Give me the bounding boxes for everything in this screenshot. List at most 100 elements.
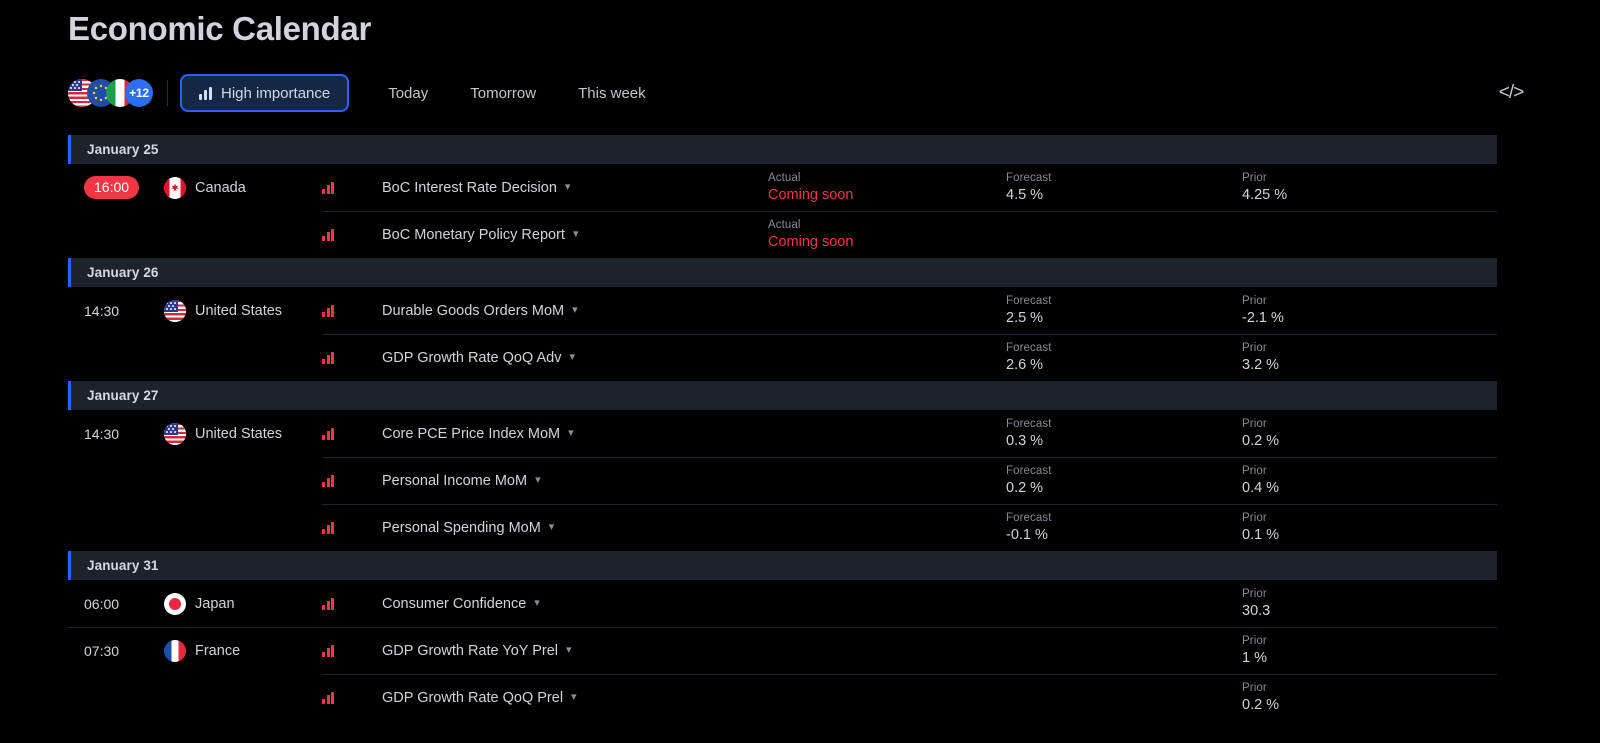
event-name-cell[interactable]: Core PCE Price Index MoM ▾ <box>322 410 768 457</box>
embed-code-button[interactable]: </> <box>1494 76 1528 110</box>
event-name-label[interactable]: Personal Income MoM <box>382 473 527 489</box>
event-name-label[interactable]: Consumer Confidence <box>382 596 526 612</box>
event-country-label: France <box>195 642 241 659</box>
event-name-label[interactable]: Core PCE Price Index MoM <box>382 426 560 442</box>
event-actual-cell <box>768 627 1006 674</box>
event-time-label: 14:30 <box>84 302 120 319</box>
united-states-flag-icon <box>164 299 186 322</box>
event-name-cell[interactable]: Durable Goods Orders MoM ▾ <box>322 287 768 334</box>
importance-bar-chart-icon <box>322 427 338 440</box>
table-row[interactable]: 14:30 United States Core PCE Price Index M… <box>68 410 1497 457</box>
table-row[interactable]: 06:00 Japan Consumer Confidence ▾ Prior 30.3 <box>68 580 1497 627</box>
event-name-label[interactable]: Durable Goods Orders MoM <box>382 303 564 319</box>
importance-bar-chart-icon <box>322 181 338 194</box>
prior-value: -2.1 % <box>1242 310 1284 326</box>
date-group-header: January 27 <box>68 381 1497 410</box>
date-group-header: January 26 <box>68 258 1497 287</box>
event-country-label: Japan <box>195 595 235 612</box>
event-name-cell[interactable]: BoC Interest Rate Decision ▾ <box>322 164 768 211</box>
event-name-label[interactable]: GDP Growth Rate QoQ Adv <box>382 350 561 366</box>
table-row[interactable]: GDP Growth Rate QoQ Prel ▾ Prior 0.2 % <box>68 674 1497 721</box>
event-actual-cell <box>768 504 1006 551</box>
prior-label: Prior <box>1242 465 1267 477</box>
event-name-label[interactable]: GDP Growth Rate YoY Prel <box>382 643 558 659</box>
event-name-label[interactable]: BoC Interest Rate Decision <box>382 180 557 196</box>
prior-value: 0.4 % <box>1242 480 1280 496</box>
event-time: 16:00 <box>68 164 164 211</box>
event-prior-cell: Prior 1 % <box>1242 627 1462 674</box>
prior-label: Prior <box>1242 512 1267 524</box>
event-name-cell[interactable]: Consumer Confidence ▾ <box>322 580 768 627</box>
chevron-down-icon[interactable]: ▾ <box>571 690 577 703</box>
event-time <box>68 334 164 381</box>
prior-value: 0.2 % <box>1242 433 1280 449</box>
event-time: 07:30 <box>68 627 164 674</box>
actual-label: Actual <box>768 172 801 184</box>
prior-label: Prior <box>1242 588 1267 600</box>
table-row[interactable]: Personal Income MoM ▾ Forecast 0.2 % Prior 0.… <box>68 457 1497 504</box>
prior-label: Prior <box>1242 172 1267 184</box>
period-tabs: Today Tomorrow This week <box>367 77 666 110</box>
event-forecast-cell: Forecast 4.5 % <box>1006 164 1242 211</box>
chevron-down-icon[interactable]: ▾ <box>535 473 541 486</box>
table-row[interactable]: BoC Monetary Policy Report ▾ Actual Coming … <box>68 211 1497 258</box>
event-forecast-cell <box>1006 627 1242 674</box>
table-row[interactable]: 07:30 France GDP Growth Rate YoY Prel ▾ Prio… <box>68 627 1497 674</box>
event-prior-cell: Prior 0.2 % <box>1242 674 1462 721</box>
event-name-label[interactable]: Personal Spending MoM <box>382 520 541 536</box>
event-forecast-cell: Forecast 2.6 % <box>1006 334 1242 381</box>
chevron-down-icon[interactable]: ▾ <box>572 303 578 316</box>
chevron-down-icon[interactable]: ▾ <box>534 596 540 609</box>
tab-tomorrow[interactable]: Tomorrow <box>449 77 557 110</box>
table-row[interactable]: 14:30 United States Durable Goods Orders M… <box>68 287 1497 334</box>
economic-calendar-table: January 25 16:00 Canada BoC Interest Rate D… <box>68 135 1497 721</box>
date-group-label: January 26 <box>87 265 159 280</box>
event-prior-cell <box>1242 211 1462 258</box>
forecast-label: Forecast <box>1006 418 1052 430</box>
event-country: France <box>164 627 322 674</box>
prior-value: 0.1 % <box>1242 527 1280 543</box>
bar-chart-icon <box>199 86 212 100</box>
event-country-label: United States <box>195 425 283 442</box>
date-group-label: January 25 <box>87 142 159 157</box>
chevron-down-icon[interactable]: ▾ <box>569 350 575 363</box>
event-name-cell[interactable]: GDP Growth Rate QoQ Adv ▾ <box>322 334 768 381</box>
event-name-cell[interactable]: BoC Monetary Policy Report ▾ <box>322 211 768 258</box>
forecast-label: Forecast <box>1006 512 1052 524</box>
forecast-value: 0.3 % <box>1006 433 1044 449</box>
table-row[interactable]: 16:00 Canada BoC Interest Rate Decision ▾ Ac… <box>68 164 1497 211</box>
chevron-down-icon[interactable]: ▾ <box>566 643 572 656</box>
prior-label: Prior <box>1242 418 1267 430</box>
chevron-down-icon[interactable]: ▾ <box>549 520 555 533</box>
tab-today[interactable]: Today <box>367 77 449 110</box>
high-importance-filter-button[interactable]: High importance <box>180 74 350 112</box>
event-name-cell[interactable]: Personal Income MoM ▾ <box>322 457 768 504</box>
event-country-label: United States <box>195 302 283 319</box>
prior-label: Prior <box>1242 635 1267 647</box>
chevron-down-icon[interactable]: ▾ <box>565 180 571 193</box>
importance-bar-chart-icon <box>322 351 338 364</box>
event-name-cell[interactable]: Personal Spending MoM ▾ <box>322 504 768 551</box>
tab-this-week[interactable]: This week <box>557 77 667 110</box>
table-row[interactable]: GDP Growth Rate QoQ Adv ▾ Forecast 2.6 % Pri… <box>68 334 1497 381</box>
country-filter-button[interactable]: +12 <box>68 78 153 108</box>
actual-label: Actual <box>768 219 801 231</box>
event-time <box>68 504 164 551</box>
table-row[interactable]: Personal Spending MoM ▾ Forecast -0.1 % Prio… <box>68 504 1497 551</box>
event-name-cell[interactable]: GDP Growth Rate QoQ Prel ▾ <box>322 674 768 721</box>
prior-value: 3.2 % <box>1242 357 1280 373</box>
page-title: Economic Calendar <box>68 10 371 47</box>
event-name-label[interactable]: BoC Monetary Policy Report <box>382 227 565 243</box>
more-countries-badge[interactable]: +12 <box>125 79 153 107</box>
event-prior-cell: Prior 4.25 % <box>1242 164 1462 211</box>
event-name-cell[interactable]: GDP Growth Rate YoY Prel ▾ <box>322 627 768 674</box>
event-time-label: 14:30 <box>84 425 120 442</box>
event-forecast-cell: Forecast 0.2 % <box>1006 457 1242 504</box>
prior-value: 1 % <box>1242 650 1267 666</box>
chevron-down-icon[interactable]: ▾ <box>573 227 579 240</box>
event-country-label: Canada <box>195 179 246 196</box>
event-actual-cell <box>768 287 1006 334</box>
event-time-label: 07:30 <box>84 642 120 659</box>
chevron-down-icon[interactable]: ▾ <box>568 426 574 439</box>
event-name-label[interactable]: GDP Growth Rate QoQ Prel <box>382 690 563 706</box>
